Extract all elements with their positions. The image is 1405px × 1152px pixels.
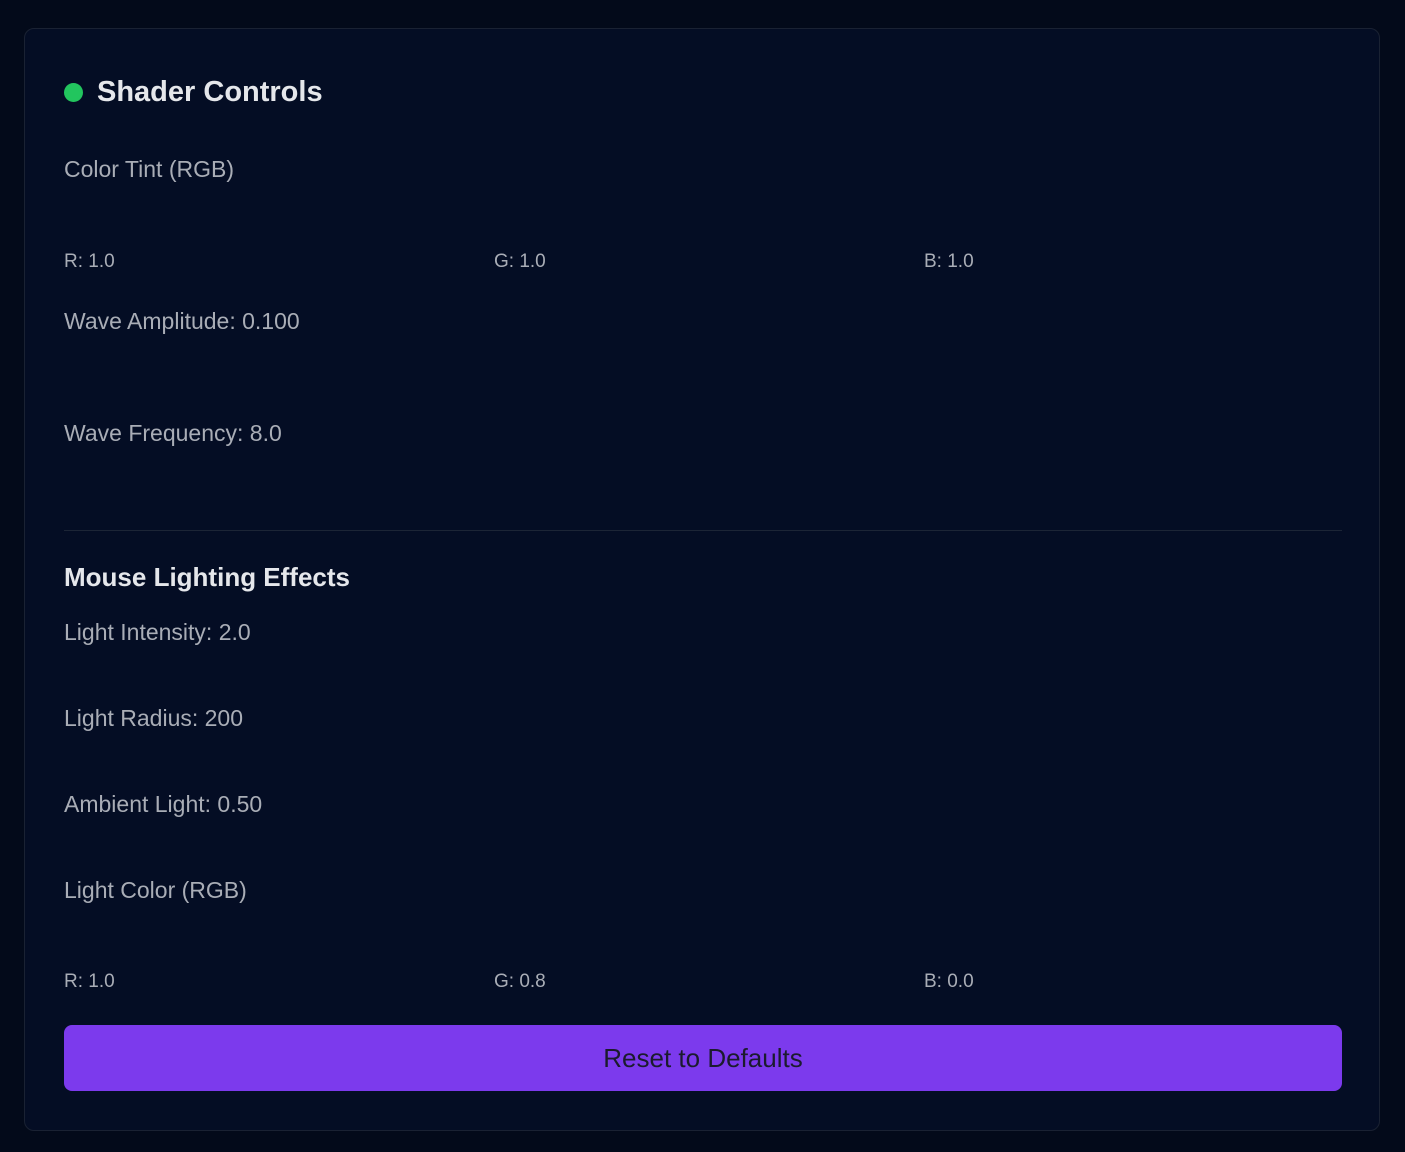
color-tint-b-value: B: 1.0 [924, 251, 974, 272]
light-color-g-value: G: 0.8 [494, 971, 546, 992]
shader-controls-panel: Shader Controls Color Tint (RGB) R: 1.0 … [24, 28, 1380, 1131]
color-tint-label: Color Tint (RGB) [64, 156, 234, 182]
wave-frequency-label: Wave Frequency: 8.0 [64, 420, 282, 446]
lighting-section-title: Mouse Lighting Effects [64, 562, 350, 592]
light-color-r-slider[interactable] [64, 927, 464, 961]
wave-frequency-slider[interactable] [64, 461, 1342, 495]
light-color-g-slider[interactable] [494, 927, 894, 961]
wave-amplitude-slider[interactable] [64, 349, 1342, 383]
color-tint-r-slider[interactable] [64, 207, 464, 241]
color-tint-g-value: G: 1.0 [494, 251, 546, 272]
ambient-light-slider[interactable] [64, 829, 1342, 863]
color-tint-r-value: R: 1.0 [64, 251, 115, 272]
panel-title: Shader Controls [97, 76, 323, 108]
light-color-b-slider[interactable] [924, 927, 1324, 961]
light-color-r-value: R: 1.0 [64, 971, 115, 992]
light-intensity-slider[interactable] [64, 657, 1342, 691]
wave-amplitude-label: Wave Amplitude: 0.100 [64, 308, 300, 334]
color-tint-g-slider[interactable] [494, 207, 894, 241]
light-radius-label: Light Radius: 200 [64, 705, 244, 731]
ambient-light-label: Ambient Light: 0.50 [64, 791, 263, 817]
light-radius-slider[interactable] [64, 743, 1342, 777]
status-indicator-dot [64, 83, 83, 102]
light-color-label: Light Color (RGB) [64, 877, 247, 903]
reset-to-defaults-button[interactable]: Reset to Defaults [64, 1025, 1342, 1091]
color-tint-b-slider[interactable] [924, 207, 1324, 241]
section-divider [64, 530, 1342, 531]
light-intensity-label: Light Intensity: 2.0 [64, 619, 251, 645]
light-color-b-value: B: 0.0 [924, 971, 974, 992]
